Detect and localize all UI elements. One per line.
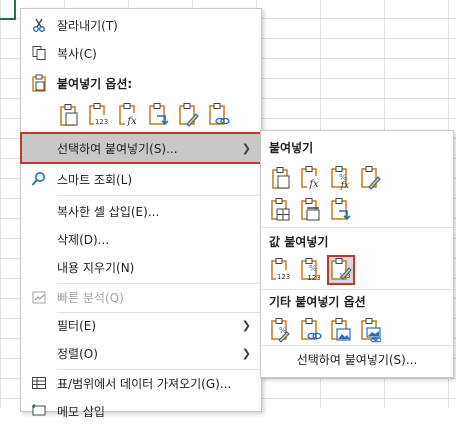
menu-label-smart-lookup: 스마트 조회(L) — [57, 172, 133, 187]
paste-options-header: 붙여넣기 옵션: — [21, 69, 261, 97]
paste-section-header: 붙여넣기 — [269, 141, 314, 155]
paste-special-dialog-link[interactable]: 선택하여 붙여넣기(S)... — [261, 351, 453, 368]
paste-icon[interactable] — [57, 101, 81, 129]
table-icon — [29, 373, 49, 393]
selected-cell — [0, 0, 16, 20]
new-comment-icon — [29, 401, 49, 421]
svg-text:fx: fx — [126, 116, 137, 127]
menu-label-paste-special: 선택하여 붙여넣기(S)... — [57, 141, 178, 156]
other-group-row: % — [269, 317, 383, 343]
search-icon — [29, 169, 49, 189]
paste-values-icon[interactable]: 123 — [87, 101, 111, 129]
paste-keep-source-formatting-icon[interactable] — [359, 165, 383, 191]
paste-icon[interactable] — [269, 165, 293, 191]
chevron-right-icon: ❯ — [241, 141, 251, 155]
chevron-right-icon: ❯ — [241, 318, 251, 332]
quick-analysis-icon — [29, 287, 49, 307]
menu-label-cut: 잘라내기(T) — [57, 18, 118, 33]
menu-label-filter: 필터(E) — [57, 318, 97, 333]
menu-item-get-data-from-table[interactable]: 표/범위에서 데이터 가져오기(G)... — [21, 369, 261, 397]
separator — [261, 289, 453, 290]
menu-item-copy[interactable]: 복사(C) — [21, 39, 261, 67]
menu-label-sort: 정렬(O) — [57, 346, 98, 361]
paste-options-row: 123 fx — [57, 101, 231, 129]
paste-values-icon[interactable]: 123 — [269, 257, 293, 283]
paste-linked-picture-icon[interactable] — [359, 317, 383, 343]
separator — [261, 227, 453, 228]
copy-icon — [29, 43, 49, 63]
values-group-row: 123 %123 123 — [269, 255, 355, 285]
scissors-icon — [29, 15, 49, 35]
menu-label-insert-copied: 복사한 셀 삽입(E)... — [57, 204, 160, 219]
values-section-header: 값 붙여넣기 — [269, 235, 329, 249]
paste-formulas-icon[interactable]: fx — [299, 165, 323, 191]
paste-picture-icon[interactable] — [329, 317, 353, 343]
menu-label-quick-analysis: 빠른 분석(Q) — [57, 290, 124, 305]
paste-transpose-icon[interactable] — [147, 101, 171, 129]
menu-label-copy: 복사(C) — [57, 46, 97, 61]
svg-text:123: 123 — [95, 118, 108, 126]
menu-item-cut[interactable]: 잘라내기(T) — [21, 11, 261, 39]
menu-item-paste-special[interactable]: 선택하여 붙여넣기(S)... ❯ — [20, 132, 262, 164]
menu-label-get-data: 표/범위에서 데이터 가져오기(G)... — [57, 376, 232, 391]
separator — [57, 195, 261, 196]
paste-formulas-icon[interactable]: fx — [117, 101, 141, 129]
menu-label-clear-contents: 내용 지우기(N) — [57, 260, 135, 275]
svg-text:%: % — [309, 264, 317, 273]
paste-group-row-1: fx % fx — [269, 165, 383, 191]
menu-item-sort[interactable]: 정렬(O) ❯ — [21, 339, 261, 367]
svg-text:123: 123 — [307, 274, 320, 282]
other-section-header: 기타 붙여넣기 옵션 — [269, 295, 366, 309]
paste-column-widths-icon[interactable] — [299, 197, 323, 223]
paste-group-row-2 — [269, 197, 353, 223]
paste-link-icon[interactable] — [299, 317, 323, 343]
separator — [261, 345, 453, 346]
menu-item-delete[interactable]: 삭제(D)... — [21, 225, 261, 253]
svg-text:fx: fx — [308, 179, 319, 190]
menu-item-quick-analysis[interactable]: 빠른 분석(Q) — [21, 283, 261, 311]
menu-item-clear-contents[interactable]: 내용 지우기(N) — [21, 253, 261, 281]
menu-label-insert-comment: 메모 삽입 — [57, 404, 105, 419]
paste-options-label: 붙여넣기 옵션: — [57, 76, 133, 91]
menu-item-smart-lookup[interactable]: 스마트 조회(L) — [21, 165, 261, 193]
paste-transpose-icon[interactable] — [329, 197, 353, 223]
paste-no-borders-icon[interactable] — [269, 197, 293, 223]
menu-item-insert-copied-cells[interactable]: 복사한 셀 삽입(E)... — [21, 197, 261, 225]
paste-values-number-format-icon[interactable]: % 123 — [299, 257, 323, 283]
clipboard-icon — [29, 73, 49, 93]
paste-link-icon[interactable] — [207, 101, 231, 129]
paste-formulas-number-format-icon[interactable]: % fx — [329, 165, 353, 191]
chevron-right-icon: ❯ — [241, 346, 251, 360]
svg-text:123: 123 — [277, 273, 290, 281]
paste-special-submenu: 붙여넣기 fx % fx 값 붙여넣기 123 % 123 기타 붙여넣기 옵션… — [260, 130, 454, 378]
svg-text:fx: fx — [340, 181, 349, 191]
context-menu: 잘라내기(T) 복사(C) 붙여넣기 옵션: 123 fx 선택하여 붙여넣기(… — [20, 8, 262, 419]
menu-item-filter[interactable]: 필터(E) ❯ — [21, 311, 261, 339]
paste-values-source-formatting-icon[interactable]: 123 — [327, 255, 355, 285]
paste-formatting-icon[interactable]: % — [269, 317, 293, 343]
menu-item-insert-comment[interactable]: 메모 삽입 — [21, 397, 261, 425]
menu-label-delete: 삭제(D)... — [57, 232, 110, 247]
paste-formatting-icon[interactable] — [177, 101, 201, 129]
